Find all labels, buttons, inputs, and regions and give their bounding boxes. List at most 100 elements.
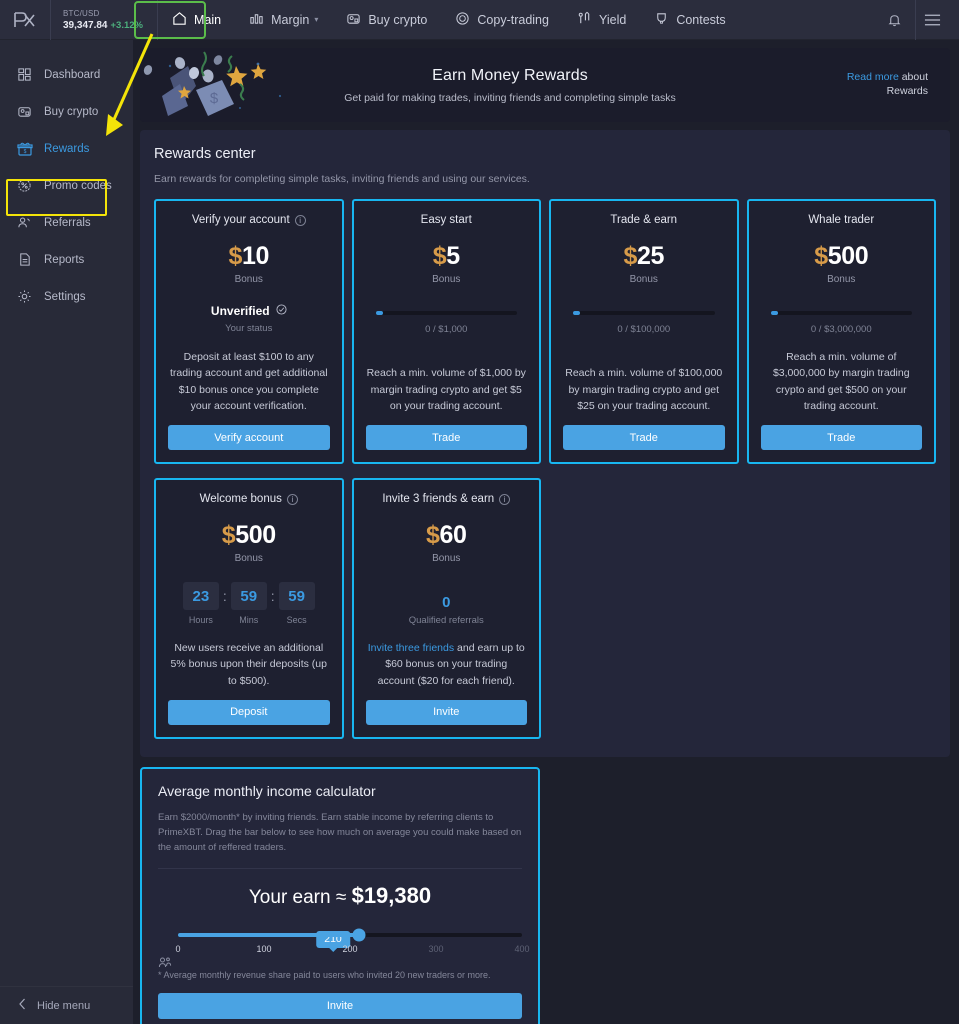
nav-item-yield[interactable]: Yield xyxy=(563,0,640,40)
card-title-row: Verify your account i xyxy=(192,214,306,226)
timer-mins-label: Mins xyxy=(239,615,259,626)
card-amount: $5 xyxy=(433,242,460,271)
nav-label-contests: Contests xyxy=(676,12,726,27)
gear-icon xyxy=(16,288,33,305)
bonus-label: Bonus xyxy=(432,553,461,565)
currency-symbol: $ xyxy=(623,242,637,270)
calculator-description: Earn $2000/month* by inviting friends. E… xyxy=(158,811,522,854)
card-title-row: Whale trader xyxy=(808,214,874,226)
people-icon xyxy=(158,955,172,973)
card-description: New users receive an additional 5% bonus… xyxy=(170,642,327,687)
trade-button[interactable]: Trade xyxy=(760,425,922,451)
slider-tick-400: 400 xyxy=(514,944,530,955)
primexbt-logo[interactable] xyxy=(6,11,42,29)
progress-label: 0 / $1,000 xyxy=(425,324,468,335)
progress-section: 0 / $100,000 xyxy=(563,311,725,335)
reward-cards-row-2: Welcome bonus i $500 Bonus 23 Hours: 59… xyxy=(154,478,541,739)
invite-button[interactable]: Invite xyxy=(365,699,527,725)
svg-text:$: $ xyxy=(23,149,26,155)
nav-label-main: Main xyxy=(194,12,222,27)
bonus-label: Bonus xyxy=(827,274,856,285)
wallet-icon xyxy=(16,103,33,120)
rewards-center-subtitle: Earn rewards for completing simple tasks… xyxy=(154,173,530,185)
calculator-footnote: * Average monthly revenue share paid to … xyxy=(158,970,491,981)
bonus-label: Bonus xyxy=(234,274,263,285)
body-layout: Dashboard Buy crypto $ Rewards Promo cod… xyxy=(0,40,959,1024)
sidebar-item-promo-codes[interactable]: Promo codes xyxy=(0,167,133,204)
sidebar-label-reports: Reports xyxy=(44,253,85,266)
nav-item-copy-trading[interactable]: Copy-trading xyxy=(441,0,563,40)
sidebar-label-referrals: Referrals xyxy=(44,216,91,229)
rewards-center-title: Rewards center xyxy=(154,146,256,162)
read-more-link[interactable]: Read more xyxy=(847,71,899,83)
main-content: $ Earn Money Rewards Get paid for making xyxy=(133,40,959,1024)
ticker-price-row: 39,347.84 +3.12% xyxy=(63,20,143,31)
app-root: BTC/USD 39,347.84 +3.12% Main Margin ▾ B… xyxy=(0,0,959,1024)
bell-icon[interactable] xyxy=(877,0,911,40)
timer-separator: : xyxy=(270,588,275,605)
qualified-referrals-label: Qualified referrals xyxy=(408,615,484,627)
progress-bar xyxy=(573,311,715,315)
nav-item-contests[interactable]: Contests xyxy=(640,0,739,40)
verify-account-button[interactable]: Verify account xyxy=(168,425,330,451)
trade-button[interactable]: Trade xyxy=(563,425,725,451)
sidebar-item-dashboard[interactable]: Dashboard xyxy=(0,56,133,93)
slider-handle[interactable] xyxy=(352,928,366,942)
timer-unit-mins: 59 Mins xyxy=(230,582,267,626)
amount-value: 5 xyxy=(446,242,460,270)
bonus-label: Bonus xyxy=(234,553,263,565)
slider-track[interactable] xyxy=(178,928,522,942)
yield-icon xyxy=(577,11,592,29)
card-title-row: Welcome bonus i xyxy=(200,493,298,505)
timer-hours-label: Hours xyxy=(188,615,213,626)
card-title: Easy start xyxy=(420,214,472,226)
nav-item-buy-crypto[interactable]: Buy crypto xyxy=(332,0,441,40)
slider-fill xyxy=(178,933,359,938)
info-icon[interactable]: i xyxy=(499,493,511,505)
chevron-down-icon[interactable]: ▾ xyxy=(314,15,318,24)
slider-tick-100: 100 xyxy=(256,944,272,955)
progress-bar xyxy=(375,311,517,315)
info-icon[interactable]: i xyxy=(294,214,306,226)
referrals-slider[interactable]: 210 0 100 200 300 400 xyxy=(158,928,530,968)
info-icon[interactable]: i xyxy=(286,493,298,505)
timer-mins-value: 59 xyxy=(230,582,267,611)
nav-item-margin[interactable]: Margin ▾ xyxy=(235,0,332,40)
slider-tick-300: 300 xyxy=(428,944,444,955)
sidebar-item-reports[interactable]: Reports xyxy=(0,241,133,278)
card-title-row: Easy start xyxy=(421,214,472,226)
calculator-invite-button[interactable]: Invite xyxy=(158,993,522,1020)
ticker[interactable]: BTC/USD 39,347.84 +3.12% xyxy=(50,0,158,40)
sidebar-items: Dashboard Buy crypto $ Rewards Promo cod… xyxy=(0,40,133,315)
card-title: Whale trader xyxy=(808,214,875,226)
approx-symbol: ≈ xyxy=(335,887,347,909)
sidebar-item-rewards[interactable]: $ Rewards xyxy=(0,130,133,167)
sidebar-item-referrals[interactable]: Referrals xyxy=(0,204,133,241)
home-icon xyxy=(172,11,187,29)
amount-value: 500 xyxy=(235,521,276,550)
card-title: Invite 3 friends & earn xyxy=(382,493,495,506)
progress-fill xyxy=(375,311,383,315)
progress-section: 0 / $1,000 xyxy=(366,311,528,335)
reward-card-invite-friends: Invite 3 friends & earn i $60 Bonus 0 Qu… xyxy=(351,478,541,739)
nav-item-main[interactable]: Main xyxy=(158,0,235,40)
bonus-label: Bonus xyxy=(432,274,461,285)
your-earn-row: Your earn ≈ $19,380 xyxy=(158,883,522,909)
sidebar-item-settings[interactable]: Settings xyxy=(0,278,133,315)
invite-three-friends-link[interactable]: Invite three friends xyxy=(368,642,454,654)
currency-symbol: $ xyxy=(221,521,236,550)
hide-menu-button[interactable]: Hide menu xyxy=(0,986,133,1024)
currency-symbol: $ xyxy=(228,242,242,270)
deposit-button[interactable]: Deposit xyxy=(168,699,330,725)
chevron-left-icon xyxy=(18,998,27,1013)
users-icon xyxy=(16,214,33,231)
rewards-center-panel: Rewards center Earn rewards for completi… xyxy=(140,130,950,757)
bar-chart-icon xyxy=(249,11,264,29)
percent-icon xyxy=(16,177,33,194)
status-label: Your status xyxy=(225,323,273,334)
trade-button[interactable]: Trade xyxy=(365,425,527,451)
hamburger-icon[interactable] xyxy=(915,0,949,40)
header-actions xyxy=(877,0,959,40)
sidebar-item-buy-crypto[interactable]: Buy crypto xyxy=(0,93,133,130)
banner-read-more: Read more about Rewards xyxy=(820,71,950,98)
